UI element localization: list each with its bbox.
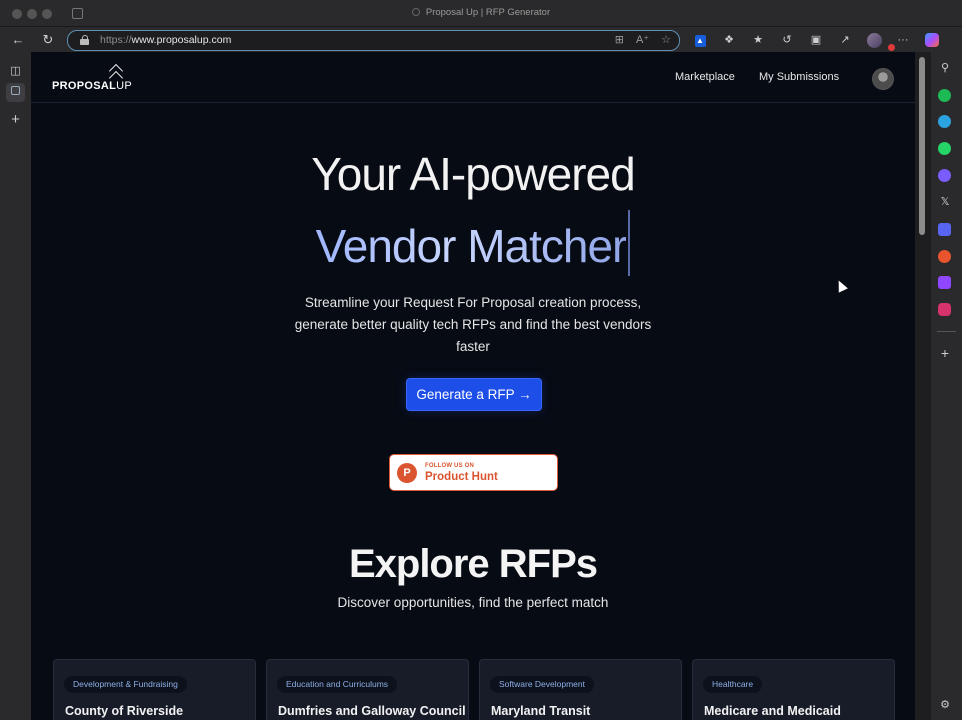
explore-subtitle: Discover opportunities, find the perfect… (337, 595, 609, 610)
favorite-star-icon[interactable]: ☆ (661, 33, 671, 46)
discord-icon[interactable] (938, 223, 951, 236)
more-label: ··· (897, 34, 909, 46)
rfp-card[interactable]: Education and Curriculums Dumfries and G… (266, 659, 469, 720)
share-icon[interactable]: ↗ (835, 30, 855, 50)
window-title-text: Proposal Up | RFP Generator (425, 7, 551, 18)
x-icon[interactable]: 𝕏 (936, 195, 954, 209)
twitch-icon[interactable] (938, 276, 951, 289)
url-text[interactable]: https://www.proposalup.com (100, 34, 231, 46)
hero-subtitle: Streamline your Request For Proposal cre… (294, 295, 652, 354)
user-avatar[interactable] (872, 68, 894, 90)
rfp-card[interactable]: Development & Fundraising County of Rive… (53, 659, 256, 720)
rfp-card-title: Medicare and Medicaid (704, 704, 841, 718)
screenshot-icon[interactable]: ▣ (806, 30, 826, 50)
rfp-card-tag: Development & Fundraising (64, 676, 187, 693)
proposalup-favicon-icon (11, 86, 20, 95)
spotify-icon[interactable] (938, 89, 951, 102)
nav-marketplace[interactable]: Marketplace (675, 71, 735, 83)
history-icon[interactable]: ↺ (777, 30, 797, 50)
generate-rfp-button[interactable]: Generate a RFP → (406, 378, 542, 411)
tab-sidebar-icon[interactable]: ◫ (6, 62, 25, 81)
add-icon[interactable]: + (936, 346, 954, 360)
product-hunt-badge[interactable]: P FOLLOW US ON Product Hunt (389, 454, 558, 491)
favorites-icon[interactable]: ★ (748, 30, 768, 50)
rfp-card-title: County of Riverside (65, 704, 184, 718)
back-icon[interactable]: ← (8, 30, 28, 50)
url-host: www.proposalup.com (131, 34, 232, 46)
page-scrollbar[interactable] (915, 52, 931, 720)
reload-icon[interactable]: ↻ (38, 30, 58, 50)
brave-icon[interactable] (938, 250, 951, 263)
settings-icon[interactable]: ⚙ (936, 698, 954, 712)
active-tab[interactable] (6, 83, 25, 102)
product-hunt-name: Product Hunt (425, 471, 498, 483)
bitwarden-icon[interactable]: ▲ (690, 30, 710, 50)
typing-caret (628, 210, 631, 276)
more-icon[interactable]: ··· (888, 30, 913, 51)
sidebar-divider (937, 331, 956, 332)
copilot-icon[interactable] (922, 30, 942, 50)
logo-text: PROPOSALUP (52, 80, 132, 92)
proposalup-logo[interactable]: PROPOSALUP (52, 63, 132, 95)
telegram-icon[interactable] (938, 115, 951, 128)
apps-icon[interactable]: ⊞ (615, 33, 624, 46)
rfp-card[interactable]: Software Development Maryland Transit (479, 659, 682, 720)
lock-icon (80, 35, 89, 45)
messenger-icon[interactable] (938, 169, 951, 182)
extensions-icon[interactable]: ❖ (719, 30, 739, 50)
nav-my-submissions[interactable]: My Submissions (759, 71, 839, 83)
rfp-card-tag: Education and Curriculums (277, 676, 398, 693)
hero-title-highlight-text: Vendor Matcher (315, 220, 628, 272)
product-hunt-caption: FOLLOW US ON (425, 463, 475, 469)
browser-sidebar: ⚲ 𝕏 + ⚙ (931, 52, 962, 720)
rfp-card-tag: Software Development (490, 676, 594, 693)
window-titlebar: Proposal Up | RFP Generator (0, 0, 962, 27)
explore-title: Explore RFPs (348, 542, 598, 586)
scrollbar-thumb[interactable] (919, 57, 925, 235)
address-bar[interactable]: https://www.proposalup.com ⊞ A⁺ ☆ (67, 30, 680, 51)
whatsapp-icon[interactable] (938, 142, 951, 155)
logo-text-light: UP (116, 80, 133, 92)
site-header: PROPOSALUP Marketplace My Submissions (31, 52, 915, 103)
logo-text-bold: PROPOSAL (52, 80, 117, 92)
rfp-card-title: Dumfries and Galloway Council (278, 704, 466, 718)
vertical-tabs-rail: ◫ + (0, 52, 31, 720)
browser-toolbar: ← ↻ https://www.proposalup.com ⊞ A⁺ ☆ ▲ … (0, 27, 962, 52)
rfp-card[interactable]: Healthcare Medicare and Medicaid (692, 659, 895, 720)
hero-title-highlight: Vendor Matcher (31, 210, 915, 276)
read-aloud-icon[interactable]: A⁺ (636, 33, 649, 46)
search-icon[interactable]: ⚲ (936, 61, 954, 75)
notification-badge (888, 44, 895, 51)
url-scheme: https:// (100, 34, 132, 46)
hero-title: Your AI-powered (311, 148, 635, 200)
page-viewport: PROPOSALUP Marketplace My Submissions Yo… (31, 52, 915, 720)
site-favicon-icon (411, 8, 420, 16)
rfp-card-title: Maryland Transit (491, 704, 591, 718)
instagram-icon[interactable] (938, 303, 951, 316)
window-title: Proposal Up | RFP Generator (0, 7, 962, 18)
product-hunt-icon: P (397, 463, 417, 483)
new-tab-icon[interactable]: + (6, 110, 25, 129)
rfp-card-tag: Healthcare (703, 676, 763, 693)
profile-icon[interactable] (864, 30, 884, 50)
